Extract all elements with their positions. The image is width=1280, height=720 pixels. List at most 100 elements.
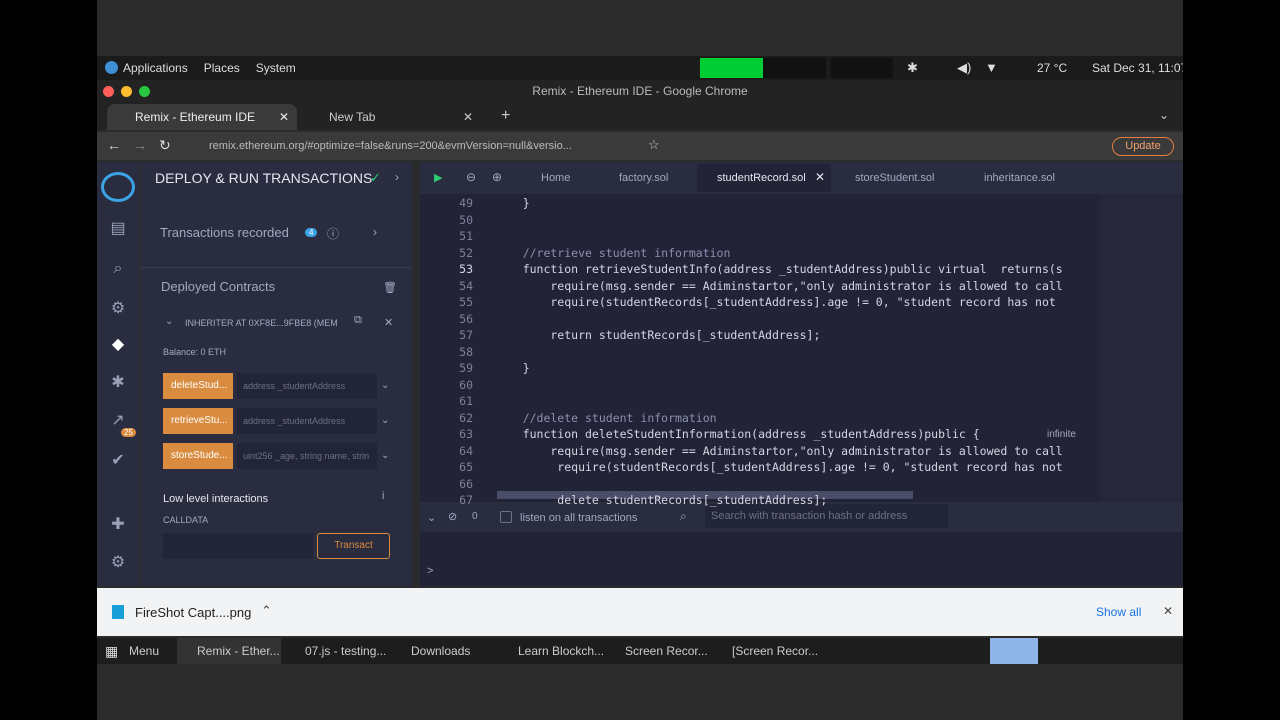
terminal-prompt: > [427, 565, 434, 577]
code-line: require(studentRecords[_studentAddress].… [495, 295, 1056, 309]
plugin-manager-icon[interactable]: ✚ [109, 516, 127, 534]
taskbar-item-learn[interactable]: Learn Blockch... [498, 638, 604, 664]
retrieve-student-input[interactable]: address _studentAddress [237, 408, 377, 434]
close-downloads-icon[interactable]: ✕ [1163, 604, 1173, 618]
taskbar-item-screen2[interactable]: [Screen Recor... [712, 638, 818, 664]
taskbar-item-js[interactable]: 07.js - testing... [285, 638, 386, 664]
code-line: } [495, 196, 530, 210]
listen-checkbox[interactable] [500, 511, 512, 523]
deploy-icon[interactable]: ◆ [109, 336, 127, 354]
collapse-terminal-icon[interactable]: ⌄ [427, 511, 436, 524]
volume-icon[interactable]: ◀) [957, 60, 971, 76]
clock[interactable]: Sat Dec 31, 11:07 [1092, 61, 1183, 75]
code-line: delete studentRecords[_studentAddress]; [495, 493, 828, 507]
os-logo-icon[interactable] [105, 61, 118, 74]
line-number: 54 [459, 278, 473, 293]
browser-tab-remix[interactable]: Remix - Ethereum IDE ✕ [107, 104, 297, 130]
clear-terminal-icon[interactable]: ⊘ [448, 510, 457, 523]
zoom-in-icon[interactable]: ⊕ [492, 170, 502, 184]
line-number: 50 [459, 212, 473, 227]
transactions-recorded[interactable]: Transactions recorded [160, 225, 289, 240]
code-line: require(msg.sender == Adiminstartor,"onl… [495, 443, 1063, 458]
bluetooth-icon[interactable]: ✱ [907, 60, 918, 76]
info-icon[interactable]: ⓘ [327, 225, 339, 242]
star-icon[interactable]: ☆ [648, 137, 660, 153]
tab-factory[interactable]: factory.sol [619, 172, 668, 184]
show-all-button[interactable]: Show all [1096, 605, 1141, 619]
tab-home[interactable]: Home [541, 172, 570, 184]
transact-button[interactable]: Transact [317, 533, 390, 559]
forward-icon[interactable]: → [133, 137, 147, 153]
close-tab-icon[interactable]: ✕ [279, 104, 289, 130]
zoom-out-icon[interactable]: ⊖ [466, 170, 476, 184]
terminal[interactable] [420, 532, 1183, 586]
os-top-bar: Applications Places System [97, 56, 1183, 80]
close-instance-icon[interactable]: ✕ [384, 316, 393, 329]
delete-student-button[interactable]: deleteStud... [163, 373, 233, 399]
tab-store-student[interactable]: storeStudent.sol [855, 172, 935, 184]
window-title: Remix - Ethereum IDE - Google Chrome [97, 80, 1183, 102]
file-icon [112, 605, 124, 619]
line-number: 49 [459, 196, 473, 210]
info-icon[interactable]: i [382, 490, 384, 502]
code-line: } [495, 361, 530, 375]
network-graph-icon [831, 58, 893, 78]
tab-student-record[interactable]: studentRecord.sol [717, 172, 806, 184]
close-tab-icon[interactable]: ✕ [463, 104, 473, 130]
icon-panel: ▤ ⌕ ⚙ ◆ ✱ ↗ 25 ✔ ✚ ⚙ [97, 162, 139, 586]
reload-icon[interactable]: ↻ [159, 137, 171, 154]
taskbar-menu[interactable]: Menu [109, 638, 159, 664]
debugger-icon[interactable]: ✱ [109, 374, 127, 392]
delete-student-input[interactable]: address _studentAddress [237, 373, 377, 399]
address-bar[interactable]: remix.ethereum.org/#optimize=false&runs=… [209, 135, 619, 157]
wifi-icon[interactable]: ▼ [985, 60, 998, 75]
listen-label: listen on all transactions [520, 512, 638, 524]
copy-icon[interactable]: ⧉ [354, 314, 362, 327]
chevron-down-icon[interactable]: ⌄ [1159, 108, 1169, 122]
line-number: 51 [459, 229, 473, 243]
chrome-taskbar-icon[interactable] [990, 638, 1038, 664]
line-number: 53 [459, 262, 473, 276]
deployed-contracts: Deployed Contracts [161, 279, 276, 294]
close-tab-icon[interactable]: ✕ [815, 170, 825, 184]
browser-tab-new[interactable]: New Tab ✕ [301, 104, 481, 130]
store-student-button[interactable]: storeStude... [163, 443, 233, 469]
minimize-window-button[interactable] [121, 86, 132, 97]
taskbar-item-remix[interactable]: Remix - Ether... [177, 638, 281, 664]
taskbar-item-screen1[interactable]: Screen Recor... [605, 638, 708, 664]
divider [140, 267, 412, 268]
chevron-right-icon[interactable]: › [395, 170, 399, 184]
remix-logo-icon[interactable] [101, 172, 135, 202]
tab-inheritance[interactable]: inheritance.sol [984, 172, 1055, 184]
panel-title: DEPLOY & RUN TRANSACTIONS [155, 170, 373, 186]
trash-icon[interactable]: 🗑 [383, 281, 397, 294]
maximize-window-button[interactable] [139, 86, 150, 97]
tests-icon[interactable]: ✔ [109, 452, 127, 470]
chevron-down-icon[interactable]: ⌄ [381, 408, 393, 434]
download-file[interactable]: FireShot Capt....png [135, 605, 251, 620]
search-icon[interactable]: ⌕ [109, 260, 127, 278]
chevron-down-icon[interactable]: ⌄ [381, 443, 393, 469]
screen: Applications Places System ✱ ◀) ▼ 27 °C … [97, 0, 1183, 720]
compiler-icon[interactable]: ⚙ [109, 300, 127, 318]
taskbar-item-downloads[interactable]: Downloads [391, 638, 470, 664]
system-menu[interactable]: System [248, 61, 304, 75]
calldata-input[interactable] [163, 533, 313, 559]
chevron-down-icon[interactable]: ⌄ [165, 316, 173, 327]
back-icon[interactable]: ← [107, 137, 121, 153]
run-icon[interactable]: ▶ [434, 171, 442, 184]
transaction-search-input[interactable]: Search with transaction hash or address [705, 504, 948, 528]
chevron-down-icon[interactable]: ⌄ [381, 373, 393, 399]
chevron-up-icon[interactable]: ⌃ [261, 603, 272, 619]
update-button[interactable]: Update [1112, 137, 1174, 156]
settings-icon[interactable]: ⚙ [109, 554, 127, 572]
retrieve-student-button[interactable]: retrieveStu... [163, 408, 233, 434]
store-student-input[interactable]: uint256 _age, string name, strin [237, 443, 377, 469]
new-tab-icon[interactable]: + [501, 107, 510, 125]
places-menu[interactable]: Places [196, 61, 248, 75]
minimap[interactable] [1100, 194, 1183, 502]
close-window-button[interactable] [103, 86, 114, 97]
file-explorer-icon[interactable]: ▤ [109, 220, 127, 238]
line-number: 66 [459, 476, 473, 491]
chevron-right-icon[interactable]: › [373, 225, 377, 239]
